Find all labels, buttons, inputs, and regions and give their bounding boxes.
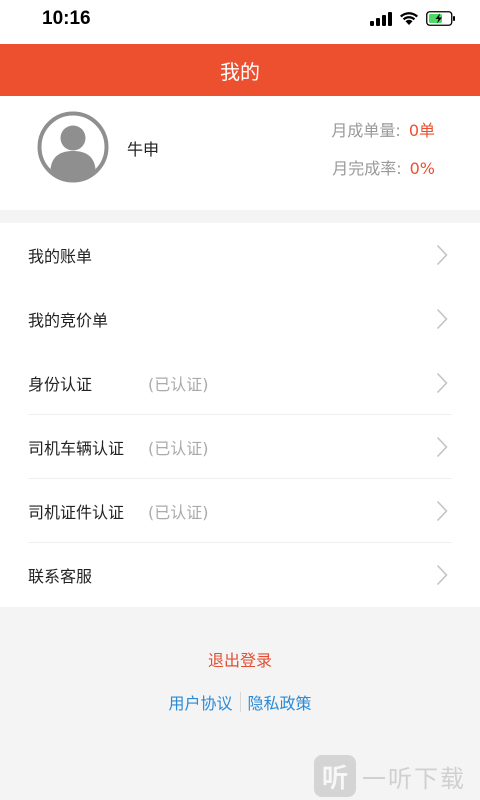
battery-charging-icon [426, 11, 455, 26]
monthly-orders-stat: 月成单量: 0单 [331, 117, 435, 141]
menu-item-label: 我的账单 [28, 247, 93, 266]
link-divider [239, 692, 241, 712]
chevron-right-icon [436, 308, 448, 330]
menu-item-label: 身份认证 [28, 374, 93, 394]
monthly-orders-value: 0单 [408, 121, 435, 140]
chevron-right-icon [436, 500, 448, 522]
watermark: 听 一听下载 [314, 752, 480, 800]
avatar-icon[interactable] [37, 111, 109, 183]
chevron-right-icon [436, 436, 448, 458]
status-bar: 10:16 [0, 0, 480, 44]
menu-item-customer-service[interactable]: 联系客服 [28, 543, 452, 607]
monthly-orders-label: 月成单量: [331, 121, 401, 140]
menu-item-vehicle-verification[interactable]: 司机车辆认证 (已认证) [28, 415, 452, 479]
cellular-signal-icon [370, 11, 392, 26]
verification-status: (已认证) [148, 438, 209, 458]
chevron-right-icon [436, 564, 448, 586]
menu-item-label: 我的竞价单 [28, 311, 109, 330]
status-icons [370, 11, 456, 26]
page-header: 我的 [0, 44, 480, 96]
profile-card: 牛申 月成单量: 0单 月完成率: 0% [0, 96, 480, 210]
logout-button[interactable]: 退出登录 [0, 647, 480, 671]
menu-item-label: 司机车辆认证 [28, 438, 125, 458]
menu-item-my-bids[interactable]: 我的竞价单 [28, 287, 452, 351]
user-agreement-link[interactable]: 用户协议 [168, 690, 232, 714]
menu-list: 我的账单 我的竞价单 身份认证 (已认证) 司机车辆认证 (已认证) 司机证件认… [0, 223, 480, 607]
watermark-text: 一听下载 [362, 764, 466, 793]
menu-item-license-verification[interactable]: 司机证件认证 (已认证) [28, 479, 452, 543]
page-title: 我的 [220, 59, 260, 84]
wifi-icon [400, 12, 418, 25]
legal-links: 用户协议 隐私政策 [0, 690, 480, 714]
menu-item-my-bills[interactable]: 我的账单 [28, 223, 452, 287]
monthly-completion-stat: 月完成率: 0% [332, 155, 435, 179]
verification-status: (已认证) [148, 374, 209, 394]
menu-item-label: 司机证件认证 [28, 502, 125, 522]
privacy-policy-link[interactable]: 隐私政策 [248, 690, 312, 714]
chevron-right-icon [436, 372, 448, 394]
status-time: 10:16 [42, 8, 91, 29]
user-name: 牛申 [127, 140, 160, 159]
chevron-right-icon [436, 244, 448, 266]
monthly-completion-value: 0% [409, 159, 435, 178]
menu-item-label: 联系客服 [28, 567, 93, 586]
monthly-completion-label: 月完成率: [332, 159, 402, 178]
menu-item-identity-verification[interactable]: 身份认证 (已认证) [28, 351, 452, 415]
watermark-logo-icon: 听 [314, 755, 356, 797]
verification-status: (已认证) [148, 502, 209, 522]
